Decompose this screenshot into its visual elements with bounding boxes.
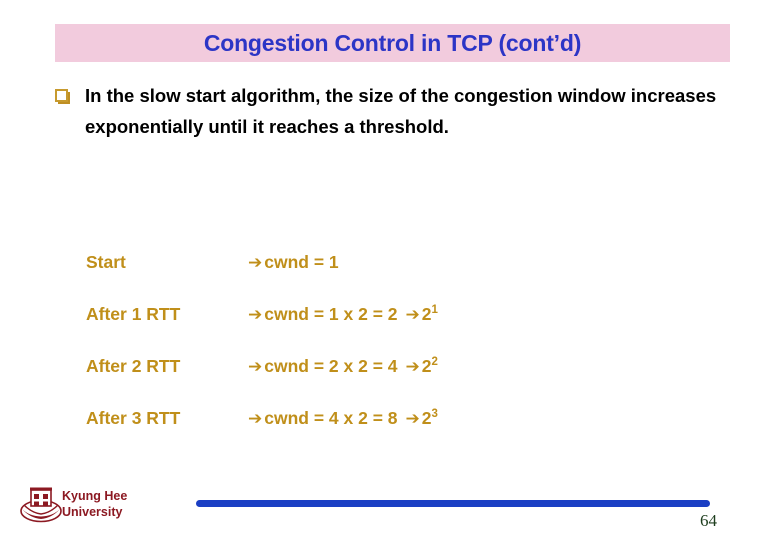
step-expression: cwnd = 4 x 2 = 8 (264, 408, 398, 428)
step-value: ➔ cwnd = 2 x 2 = 4 ➔ 22 (248, 356, 686, 408)
power-exponent: 1 (431, 304, 438, 317)
step-value: ➔ cwnd = 1 (248, 252, 686, 304)
power-base: 2 (421, 304, 432, 324)
arrow-right-icon: ➔ (248, 357, 263, 377)
power-base: 2 (421, 356, 432, 376)
arrow-right-icon-secondary: ➔ (405, 409, 420, 429)
step-label: After 1 RTT (86, 304, 181, 324)
step-expression: cwnd = 2 x 2 = 4 (264, 356, 398, 376)
step-value: ➔ cwnd = 4 x 2 = 8 ➔ 23 (248, 408, 686, 460)
organization-name: Kyung Hee University (62, 488, 127, 520)
organization-line-1: Kyung Hee (62, 489, 128, 503)
slow-start-steps-table: Start ➔ cwnd = 1 After 1 RTT ➔ cwnd = 1 x … (86, 252, 686, 460)
square-bullet-outline (55, 89, 68, 102)
kyung-hee-university-crest-icon (20, 487, 62, 523)
bullet-list-item: In the slow start algorithm, the size of… (55, 80, 730, 142)
square-bullet-icon (55, 89, 70, 104)
step-label: Start (86, 252, 126, 272)
step-expression: cwnd = 1 x 2 = 2 (264, 304, 398, 324)
page-title: Congestion Control in TCP (cont’d) (203, 30, 582, 56)
table-row: After 3 RTT ➔ cwnd = 4 x 2 = 8 ➔ 23 (86, 408, 686, 460)
arrow-right-icon: ➔ (248, 305, 263, 325)
arrow-right-icon: ➔ (248, 253, 263, 273)
arrow-right-icon-secondary: ➔ (405, 305, 420, 325)
bullet-text: In the slow start algorithm, the size of… (85, 85, 717, 137)
footer-divider-bar (196, 500, 710, 507)
power-exponent: 2 (431, 356, 438, 369)
organization-line-2: University (62, 505, 123, 519)
arrow-right-icon: ➔ (248, 409, 263, 429)
bullet-block: In the slow start algorithm, the size of… (55, 80, 730, 142)
step-expression: cwnd = 1 (264, 252, 339, 272)
arrow-right-icon-secondary: ➔ (405, 357, 420, 377)
steps-table-body: Start ➔ cwnd = 1 After 1 RTT ➔ cwnd = 1 x … (86, 252, 686, 460)
power-base: 2 (421, 408, 432, 428)
step-label: After 2 RTT (86, 356, 181, 376)
table-row: Start ➔ cwnd = 1 (86, 252, 686, 304)
step-value: ➔ cwnd = 1 x 2 = 2 ➔ 21 (248, 304, 686, 356)
step-label: After 3 RTT (86, 408, 181, 428)
table-row: After 2 RTT ➔ cwnd = 2 x 2 = 4 ➔ 22 (86, 356, 686, 408)
power-exponent: 3 (431, 408, 438, 421)
page-number: 64 (700, 511, 717, 530)
table-row: After 1 RTT ➔ cwnd = 1 x 2 = 2 ➔ 21 (86, 304, 686, 356)
